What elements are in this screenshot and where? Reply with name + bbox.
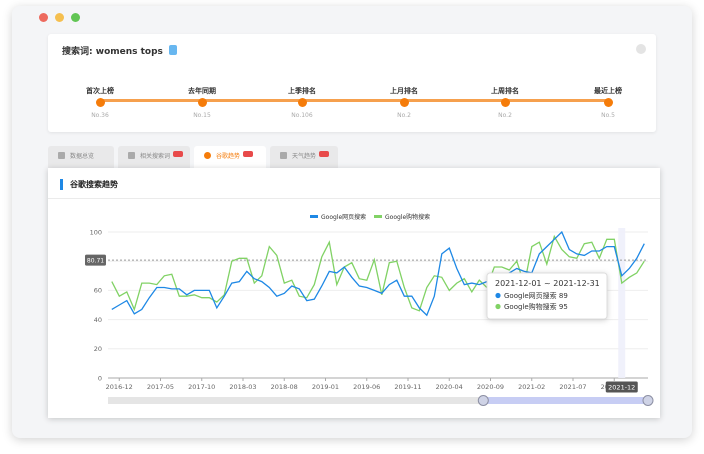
tooltip-title: 2021-12-01 ~ 2021-12-31	[495, 279, 600, 288]
x-tick-label: 2019-01	[312, 383, 339, 391]
milestone-label: 上月排名	[390, 87, 418, 95]
tooltip-marker	[495, 292, 501, 299]
y-tick-label: 60	[94, 287, 102, 295]
milestone-dot	[197, 98, 207, 107]
milestone-label: 最近上榜	[594, 87, 622, 95]
zoom-range[interactable]	[483, 397, 648, 404]
rank-card: 搜索词: womens tops 首次上榜 No.36 去年同期 No.15 上季排名 N…	[48, 34, 656, 132]
trend-chart[interactable]: Google网页搜索Google购物搜索02040608010080.71201…	[48, 168, 660, 418]
tab-icon	[204, 152, 211, 159]
reference-label: 80.71	[87, 257, 104, 264]
minimize-window-button[interactable]	[55, 13, 64, 22]
x-tick-label: 2019-06	[353, 383, 380, 391]
milestone-label: 上周排名	[491, 87, 519, 95]
zoom-handle[interactable]	[642, 395, 654, 406]
x-tick-label: 2020-04	[436, 383, 463, 391]
milestone-dot	[603, 98, 613, 107]
milestone: 上季排名 No.106	[262, 34, 342, 119]
zoom-handle[interactable]	[477, 395, 489, 406]
milestone-value: No.106	[291, 112, 313, 119]
x-tick-label: 2021-02	[518, 383, 545, 391]
trend-card: 谷歌搜索趋势 Google网页搜索Google购物搜索0204060801008…	[48, 168, 660, 418]
milestone-value: No.2	[397, 112, 411, 119]
tab-label: 相关搜索词	[140, 153, 171, 160]
x-tick-label: 2017-10	[188, 383, 215, 391]
tooltip-item: Google购物搜索 95	[504, 302, 568, 311]
milestone: 上月排名 No.2	[364, 34, 444, 119]
milestone-value: No.36	[91, 112, 109, 119]
tab-icon	[128, 152, 135, 159]
y-tick-label: 100	[90, 228, 102, 236]
tab-label: 谷歌趋势	[216, 153, 241, 160]
x-tick-label: 2018-03	[229, 383, 256, 391]
milestone: 首次上榜 No.36	[60, 34, 140, 119]
close-window-button[interactable]	[39, 13, 48, 22]
tab-1[interactable]: 相关搜索词	[118, 146, 190, 168]
axis-pointer-shadow	[618, 228, 626, 378]
tab-label: 数据总览	[70, 153, 95, 160]
tab-icon	[58, 152, 65, 159]
y-tick-label: 20	[94, 345, 102, 353]
milestone-label: 去年同期	[188, 87, 216, 95]
milestone-value: No.2	[498, 112, 512, 119]
milestone: 最近上榜 No.5	[568, 34, 648, 119]
new-badge	[319, 151, 330, 157]
tooltip-marker	[495, 303, 501, 310]
app-window: 搜索词: womens tops 首次上榜 No.36 去年同期 No.15 上季排名 N…	[12, 6, 692, 438]
legend-marker[interactable]	[374, 215, 382, 218]
milestone-label: 上季排名	[288, 87, 316, 95]
new-badge	[173, 151, 184, 157]
milestone-dot	[399, 98, 409, 107]
milestone: 上周排名 No.2	[465, 34, 545, 119]
legend-label: Google购物搜索	[385, 213, 430, 221]
tab-0[interactable]: 数据总览	[48, 146, 114, 168]
maximize-window-button[interactable]	[71, 13, 80, 22]
tab-3[interactable]: 天气趋势	[270, 146, 338, 168]
milestone-dot	[500, 98, 510, 107]
x-tick-label: 2017-05	[147, 383, 174, 391]
tab-2[interactable]: 谷歌趋势	[194, 146, 266, 168]
new-badge	[243, 151, 254, 157]
y-tick-label: 0	[98, 374, 102, 382]
tab-icon	[280, 152, 287, 159]
tab-label: 天气趋势	[292, 153, 317, 160]
x-tick-label: 2020-09	[477, 383, 504, 391]
milestone-dot	[297, 98, 307, 107]
milestone: 去年同期 No.15	[162, 34, 242, 119]
title-bar	[12, 6, 692, 28]
milestone-value: No.15	[193, 112, 211, 119]
legend-label: Google网页搜索	[321, 213, 366, 221]
x-tick-label: 2021-07	[559, 383, 586, 391]
milestone-value: No.5	[601, 112, 615, 119]
y-tick-label: 40	[94, 316, 102, 324]
x-tick-label: 2018-08	[271, 383, 298, 391]
legend-marker[interactable]	[310, 215, 318, 218]
x-tick-label: 2019-11	[394, 383, 421, 391]
x-tick-label: 2016-12	[106, 383, 133, 391]
tooltip-item: Google网页搜索 89	[504, 291, 568, 300]
milestone-dot	[95, 98, 105, 107]
milestone-label: 首次上榜	[86, 87, 114, 95]
axis-pointer-label: 2021-12	[608, 384, 635, 392]
